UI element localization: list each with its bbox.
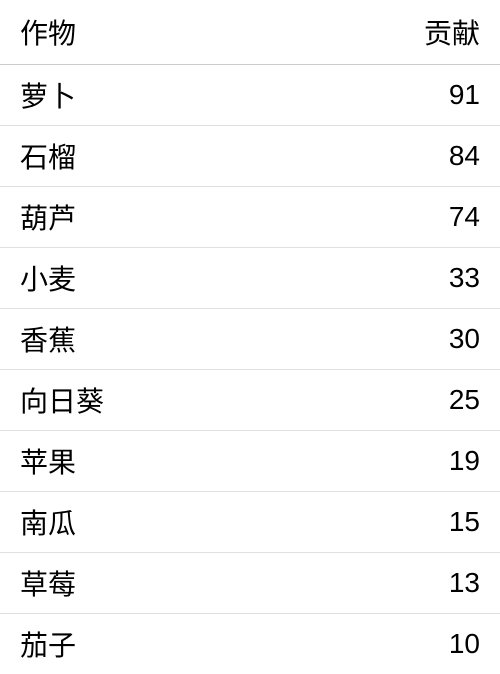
cell-crop: 香蕉	[0, 309, 282, 370]
table-row: 石榴84	[0, 126, 500, 187]
cell-value: 33	[282, 248, 500, 309]
table-container: 作物 贡献 萝卜91石榴84葫芦74小麦33香蕉30向日葵25苹果19南瓜15草…	[0, 0, 500, 652]
table-row: 向日葵25	[0, 370, 500, 431]
table-row: 萝卜91	[0, 65, 500, 126]
header-contribution: 贡献	[282, 0, 500, 65]
cell-value: 91	[282, 65, 500, 126]
table-row: 香蕉30	[0, 309, 500, 370]
cell-value: 13	[282, 553, 500, 614]
cell-crop: 茄子	[0, 614, 282, 674]
cell-value: 74	[282, 187, 500, 248]
cell-value: 15	[282, 492, 500, 553]
table-row: 小麦33	[0, 248, 500, 309]
cell-crop: 草莓	[0, 553, 282, 614]
cell-value: 10	[282, 614, 500, 674]
cell-value: 25	[282, 370, 500, 431]
cell-crop: 南瓜	[0, 492, 282, 553]
crop-table: 作物 贡献 萝卜91石榴84葫芦74小麦33香蕉30向日葵25苹果19南瓜15草…	[0, 0, 500, 674]
cell-crop: 苹果	[0, 431, 282, 492]
cell-crop: 石榴	[0, 126, 282, 187]
cell-value: 84	[282, 126, 500, 187]
table-row: 草莓13	[0, 553, 500, 614]
cell-crop: 葫芦	[0, 187, 282, 248]
table-row: 苹果19	[0, 431, 500, 492]
cell-value: 30	[282, 309, 500, 370]
cell-crop: 小麦	[0, 248, 282, 309]
cell-value: 19	[282, 431, 500, 492]
table-row: 茄子10	[0, 614, 500, 674]
cell-crop: 萝卜	[0, 65, 282, 126]
cell-crop: 向日葵	[0, 370, 282, 431]
table-row: 葫芦74	[0, 187, 500, 248]
table-row: 南瓜15	[0, 492, 500, 553]
header-crop: 作物	[0, 0, 282, 65]
table-header-row: 作物 贡献	[0, 0, 500, 65]
